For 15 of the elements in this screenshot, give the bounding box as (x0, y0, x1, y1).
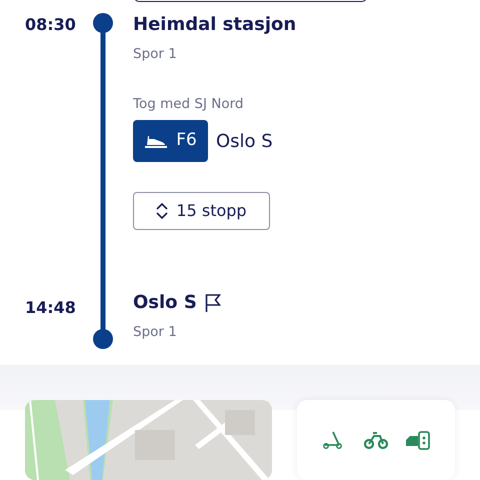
expand-icon (156, 202, 168, 220)
train-icon (144, 133, 168, 149)
operator-label: Tog med SJ Nord (133, 95, 244, 113)
station-name: Oslo S (133, 291, 197, 315)
bicycle-icon (364, 430, 388, 451)
departure-time: 08:30 (25, 15, 77, 35)
track-label: Spor 1 (133, 323, 178, 341)
car-icon (404, 430, 430, 451)
flag-icon (204, 293, 221, 313)
line-badge: F6 (133, 120, 208, 162)
destination-label: Oslo S (216, 130, 273, 154)
station-name: Heimdal stasjon (133, 13, 296, 37)
stops-button[interactable]: 15 stopp (133, 192, 270, 230)
track-label: Spor 1 (133, 45, 178, 63)
arrival-time: 14:48 (25, 298, 77, 318)
